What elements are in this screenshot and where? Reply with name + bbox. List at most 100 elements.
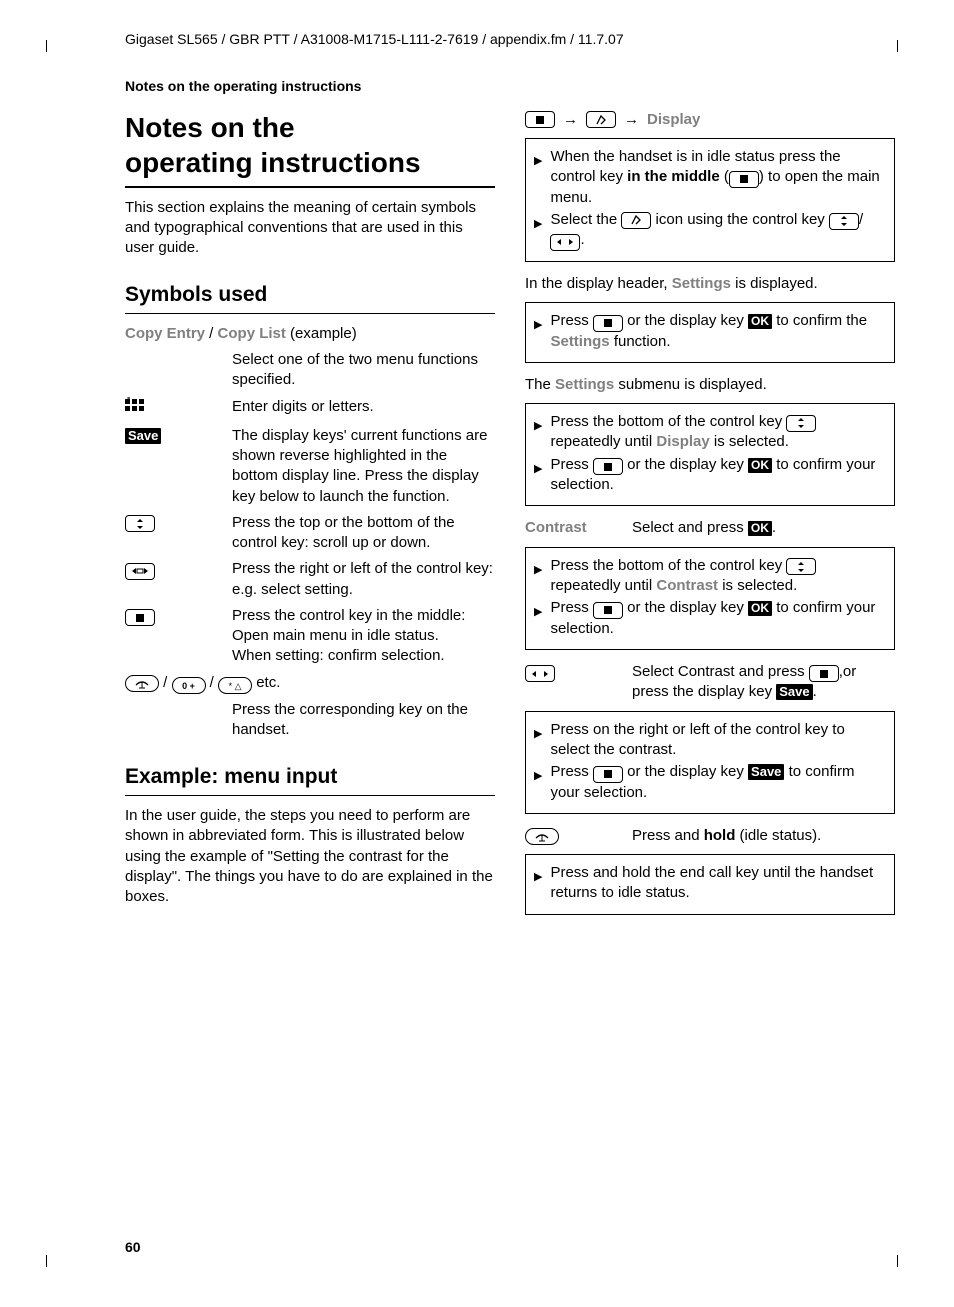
symbol-definitions: Copy Entry / Copy List (example) Select … bbox=[125, 324, 495, 741]
arrow-icon bbox=[624, 110, 639, 130]
save-badge: Save bbox=[748, 764, 784, 780]
leftright-desc: Press the right or left of the control k… bbox=[232, 559, 495, 600]
contrast-text: Select and press OK. bbox=[632, 518, 895, 538]
keypad-desc: Enter digits or letters. bbox=[232, 397, 495, 420]
page-number: 60 bbox=[125, 1238, 141, 1257]
t: Press bbox=[550, 763, 593, 780]
endcall-key-icon bbox=[125, 675, 159, 692]
t: repeatedly until bbox=[550, 433, 656, 450]
menu-path: Display bbox=[525, 110, 895, 130]
title-line-2: operating instructions bbox=[125, 147, 421, 178]
t: (idle status). bbox=[735, 827, 821, 844]
endcall-def: Press and hold (idle status). bbox=[525, 826, 895, 846]
t: or the display key bbox=[623, 312, 748, 329]
ok-badge: OK bbox=[748, 458, 772, 473]
step: Press the bottom of the control key repe… bbox=[534, 556, 886, 597]
control-key-updown-icon bbox=[125, 513, 220, 554]
updown-desc: Press the top or the bottom of the contr… bbox=[232, 513, 495, 554]
t: submenu is displayed. bbox=[614, 376, 767, 393]
crop-mark bbox=[897, 40, 898, 52]
bullet-icon bbox=[534, 458, 542, 496]
copy-example: (example) bbox=[286, 325, 357, 342]
t-bold: in the middle bbox=[627, 168, 720, 185]
step-text: Press the bottom of the control key repe… bbox=[550, 556, 886, 597]
center-desc-1: Press the control key in the middle: Ope… bbox=[232, 607, 465, 644]
bullet-icon bbox=[534, 415, 542, 453]
left-column: Notes on the operating instructions This… bbox=[125, 110, 495, 927]
keys-etc: etc. bbox=[256, 674, 280, 691]
t: Press bbox=[550, 456, 593, 473]
instruction-box-6: Press and hold the end call key until th… bbox=[525, 854, 895, 915]
menu-display-label: Display bbox=[647, 110, 700, 130]
example-paragraph: In the user guide, the steps you need to… bbox=[125, 806, 495, 907]
step: Press or the display key Save to confirm… bbox=[534, 762, 886, 803]
t: The bbox=[525, 376, 555, 393]
bullet-icon bbox=[534, 150, 542, 208]
t: or the display key bbox=[623, 456, 748, 473]
crop-mark bbox=[897, 1255, 898, 1267]
crop-mark bbox=[46, 1255, 47, 1267]
copy-entry-label: Copy Entry bbox=[125, 325, 205, 342]
t: ( bbox=[720, 168, 729, 185]
t: Select Contrast and press bbox=[632, 663, 809, 680]
instruction-box-5: Press on the right or left of the contro… bbox=[525, 711, 895, 814]
settings-label: Settings bbox=[550, 333, 609, 350]
step-text: Press and hold the end call key until th… bbox=[550, 863, 886, 904]
instruction-box-1: When the handset is in idle status press… bbox=[525, 138, 895, 262]
t: Press the bottom of the control key bbox=[550, 557, 786, 574]
t: is selected. bbox=[718, 577, 797, 594]
step: When the handset is in idle status press… bbox=[534, 147, 886, 208]
plain-text: In the display header, Settings is displ… bbox=[525, 274, 895, 294]
settings-menu-icon bbox=[586, 111, 616, 128]
example-menu-input-heading: Example: menu input bbox=[125, 763, 495, 796]
bullet-icon bbox=[534, 601, 542, 639]
save-desc: The display keys' current functions are … bbox=[232, 426, 495, 507]
contrast-def: Contrast Select and press OK. bbox=[525, 518, 895, 538]
center-key-icon bbox=[593, 766, 623, 783]
save-badge: Save bbox=[125, 428, 161, 444]
t: function. bbox=[610, 333, 671, 350]
running-head: Gigaset SL565 / GBR PTT / A31008-M1715-L… bbox=[125, 30, 899, 49]
step: Press or the display key OK to confirm y… bbox=[534, 455, 886, 496]
arrow-icon bbox=[563, 110, 578, 130]
symbol-copy-entry: Copy Entry / Copy List (example) bbox=[125, 324, 495, 344]
copy-list-label: Copy List bbox=[218, 325, 286, 342]
endcall-desc: Press and hold (idle status). bbox=[632, 826, 895, 846]
step: Press or the display key OK to confirm t… bbox=[534, 311, 886, 352]
control-key-center-icon bbox=[125, 606, 220, 667]
t: . bbox=[580, 231, 584, 248]
step: Press or the display key OK to confirm y… bbox=[534, 598, 886, 639]
t: / bbox=[859, 211, 863, 228]
center-key-icon bbox=[809, 665, 839, 682]
t: . bbox=[813, 683, 817, 700]
settings-menu-icon bbox=[621, 212, 651, 229]
t: is displayed. bbox=[731, 275, 818, 292]
t: . bbox=[772, 519, 776, 536]
leftright-desc: Select Contrast and press ,or press the … bbox=[632, 662, 895, 703]
control-key-updown-icon bbox=[786, 558, 816, 575]
step: Press the bottom of the control key repe… bbox=[534, 412, 886, 453]
right-column: Display When the handset is in idle stat… bbox=[525, 110, 895, 927]
instruction-box-2: Press or the display key OK to confirm t… bbox=[525, 302, 895, 363]
step: Press and hold the end call key until th… bbox=[534, 863, 886, 904]
center-desc-2: When setting: confirm selection. bbox=[232, 647, 445, 664]
ok-badge: OK bbox=[748, 521, 772, 536]
keys-desc: Press the corresponding key on the hands… bbox=[232, 700, 495, 741]
section-label: Notes on the operating instructions bbox=[125, 77, 899, 96]
center-desc: Press the control key in the middle: Ope… bbox=[232, 606, 495, 667]
t: repeatedly until bbox=[550, 577, 656, 594]
step-text: Press on the right or left of the contro… bbox=[550, 720, 886, 761]
control-key-updown-icon bbox=[829, 213, 859, 230]
settings-label: Settings bbox=[555, 376, 614, 393]
t-bold: hold bbox=[704, 827, 736, 844]
keypad-icon bbox=[125, 397, 220, 420]
page: Gigaset SL565 / GBR PTT / A31008-M1715-L… bbox=[0, 0, 954, 1307]
page-title: Notes on the operating instructions bbox=[125, 110, 495, 188]
content-columns: Notes on the operating instructions This… bbox=[125, 110, 895, 927]
center-key-icon bbox=[593, 602, 623, 619]
t: or the display key bbox=[623, 763, 748, 780]
bullet-icon bbox=[534, 314, 542, 352]
contrast-label: Contrast bbox=[656, 577, 718, 594]
step-text: Press or the display key OK to confirm t… bbox=[550, 311, 886, 352]
t: Select and press bbox=[632, 519, 748, 536]
